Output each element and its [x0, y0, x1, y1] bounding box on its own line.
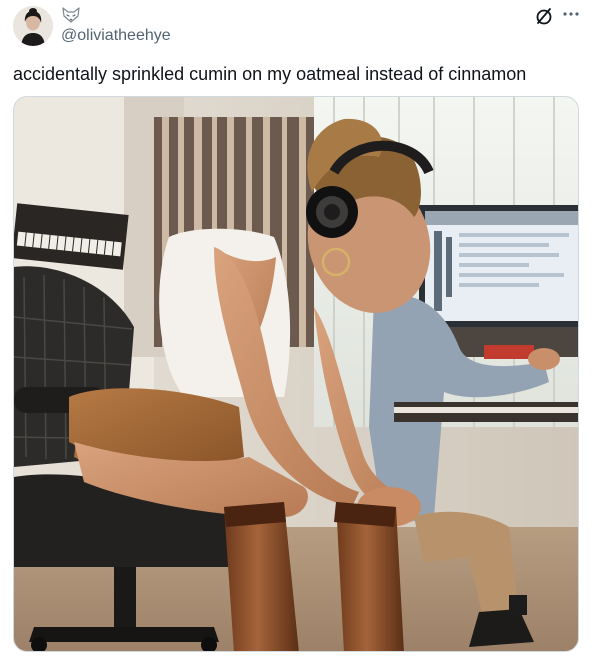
fox-icon [62, 7, 80, 23]
tweet-photo[interactable] [13, 96, 579, 652]
avatar[interactable] [13, 6, 53, 46]
synthesizer [14, 203, 129, 270]
tweet-text: accidentally sprinkled cumin on my oatme… [13, 64, 527, 84]
tweet: @oliviatheehye accidentally sprinkled cu… [0, 0, 594, 668]
grok-icon[interactable] [534, 6, 554, 26]
user-handle[interactable]: @oliviatheehye [61, 26, 171, 46]
more-icon[interactable] [560, 3, 582, 25]
